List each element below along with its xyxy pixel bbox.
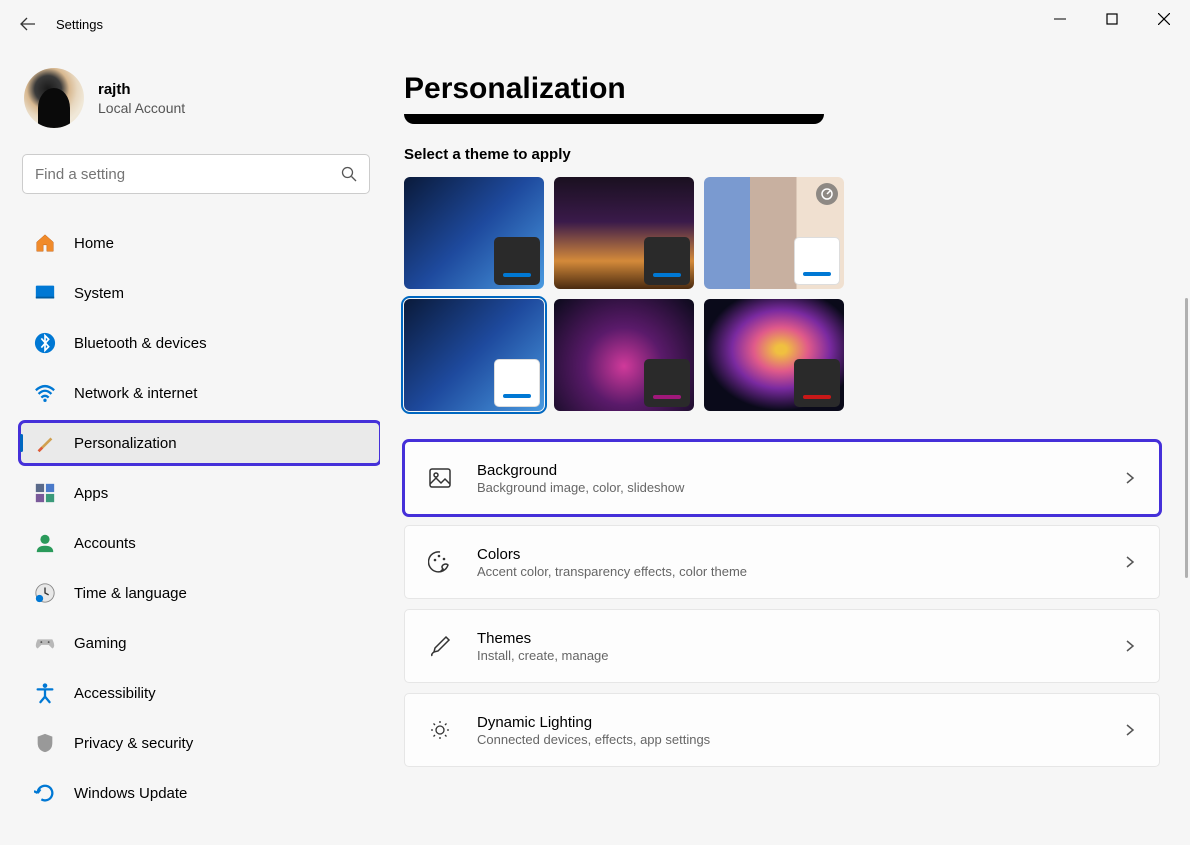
close-button[interactable]: [1138, 0, 1190, 38]
main-content: Personalization Select a theme to apply: [380, 48, 1190, 845]
card-themes[interactable]: Themes Install, create, manage: [404, 609, 1160, 683]
accounts-icon: [34, 532, 56, 554]
nav-item-accounts[interactable]: Accounts: [20, 522, 380, 564]
maximize-button[interactable]: [1086, 0, 1138, 38]
nav-label: Time & language: [74, 585, 187, 602]
brush-icon: [427, 633, 453, 659]
nav-item-accessibility[interactable]: Accessibility: [20, 672, 380, 714]
nav-label: Home: [74, 235, 114, 252]
app-title: Settings: [56, 17, 103, 32]
back-button[interactable]: [8, 4, 48, 44]
system-icon: [34, 282, 56, 304]
nav-label: System: [74, 285, 124, 302]
nav-item-apps[interactable]: Apps: [20, 472, 380, 514]
avatar: [24, 68, 84, 128]
chevron-right-icon: [1123, 555, 1137, 569]
card-background[interactable]: Background Background image, color, slid…: [404, 441, 1160, 515]
theme-tile-2[interactable]: [704, 177, 844, 289]
nav-item-time[interactable]: Time & language: [20, 572, 380, 614]
nav-item-system[interactable]: System: [20, 272, 380, 314]
nav-item-home[interactable]: Home: [20, 222, 380, 264]
accessibility-icon: [34, 682, 56, 704]
palette-icon: [427, 549, 453, 575]
wifi-icon: [34, 382, 56, 404]
search-input[interactable]: [35, 166, 341, 183]
nav-item-personalization[interactable]: Personalization: [20, 422, 380, 464]
nav-item-privacy[interactable]: Privacy & security: [20, 722, 380, 764]
card-colors[interactable]: Colors Accent color, transparency effect…: [404, 525, 1160, 599]
home-icon: [34, 232, 56, 254]
nav-label: Apps: [74, 485, 108, 502]
card-subtitle: Connected devices, effects, app settings: [477, 732, 1099, 747]
search-box[interactable]: [22, 154, 370, 194]
card-title: Background: [477, 462, 1099, 479]
card-subtitle: Install, create, manage: [477, 648, 1099, 663]
chevron-right-icon: [1123, 639, 1137, 653]
nav-label: Accounts: [74, 535, 136, 552]
nav-item-update[interactable]: Windows Update: [20, 772, 380, 814]
nav-item-bluetooth[interactable]: Bluetooth & devices: [20, 322, 380, 364]
window-controls: [1034, 0, 1190, 38]
theme-tile-1[interactable]: [554, 177, 694, 289]
nav-list: Home System Bluetooth & devices Network …: [20, 222, 380, 814]
nav-label: Bluetooth & devices: [74, 335, 207, 352]
theme-tile-5[interactable]: [704, 299, 844, 411]
theme-tile-3[interactable]: [404, 299, 544, 411]
card-subtitle: Background image, color, slideshow: [477, 480, 1099, 495]
user-account-type: Local Account: [98, 100, 185, 116]
nav-label: Network & internet: [74, 385, 197, 402]
card-title: Themes: [477, 630, 1099, 647]
theme-grid: [404, 177, 1160, 411]
search-icon: [341, 166, 357, 182]
apps-icon: [34, 482, 56, 504]
bluetooth-icon: [34, 332, 56, 354]
card-dynamic-lighting[interactable]: Dynamic Lighting Connected devices, effe…: [404, 693, 1160, 767]
nav-label: Accessibility: [74, 685, 156, 702]
user-name: rajth: [98, 81, 185, 98]
theme-tile-4[interactable]: [554, 299, 694, 411]
titlebar: Settings: [0, 0, 1190, 48]
clock-icon: [34, 582, 56, 604]
gaming-icon: [34, 632, 56, 654]
theme-heading: Select a theme to apply: [404, 146, 1160, 163]
spotlight-icon: [816, 183, 838, 205]
scrollbar[interactable]: [1185, 298, 1188, 578]
chevron-right-icon: [1123, 471, 1137, 485]
nav-item-gaming[interactable]: Gaming: [20, 622, 380, 664]
user-block[interactable]: rajth Local Account: [20, 56, 380, 148]
nav-label: Windows Update: [74, 785, 187, 802]
paintbrush-icon: [34, 432, 56, 454]
nav-label: Gaming: [74, 635, 127, 652]
nav-item-network[interactable]: Network & internet: [20, 372, 380, 414]
nav-label: Privacy & security: [74, 735, 193, 752]
lighting-icon: [427, 717, 453, 743]
page-title: Personalization: [404, 72, 1160, 106]
desktop-preview-strip: [404, 114, 824, 124]
shield-icon: [34, 732, 56, 754]
card-subtitle: Accent color, transparency effects, colo…: [477, 564, 1099, 579]
update-icon: [34, 782, 56, 804]
nav-label: Personalization: [74, 435, 177, 452]
image-icon: [427, 465, 453, 491]
card-title: Dynamic Lighting: [477, 714, 1099, 731]
back-arrow-icon: [20, 16, 36, 32]
theme-tile-0[interactable]: [404, 177, 544, 289]
chevron-right-icon: [1123, 723, 1137, 737]
minimize-button[interactable]: [1034, 0, 1086, 38]
sidebar: rajth Local Account Home Syst: [0, 48, 380, 845]
card-title: Colors: [477, 546, 1099, 563]
